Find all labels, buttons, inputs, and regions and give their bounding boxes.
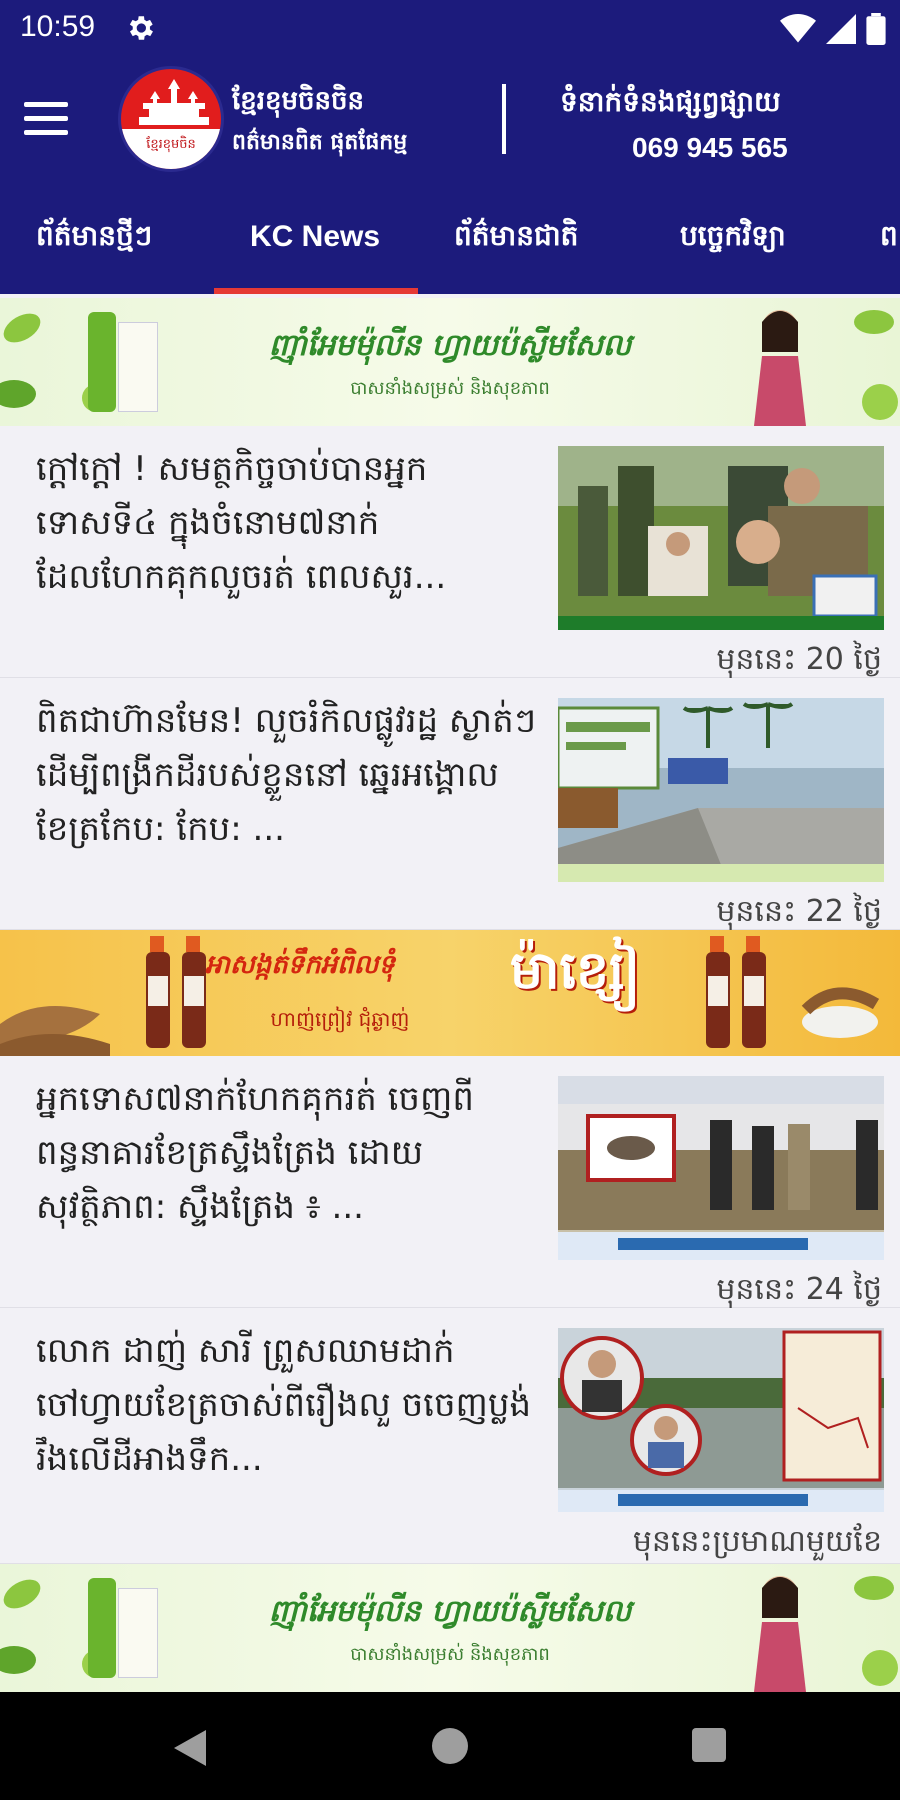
article-item[interactable]: ក្តៅក្តៅ ! សមត្ថកិច្ចចាប់បានអ្នកទោសទី៤ ក… bbox=[0, 426, 900, 678]
ad-banner-green[interactable]: ញ៉ាំអែមម៉ុលីន ហ្វាយប៉ស្លីមសែល បាសនាំងសម្… bbox=[0, 1564, 900, 1692]
tab-technology[interactable]: បច្ចេកវិទ្យា bbox=[680, 218, 786, 259]
active-tab-indicator bbox=[214, 288, 418, 294]
wifi-icon bbox=[780, 14, 816, 43]
article-item[interactable]: ពិតជាហ៊ានមែន! លួចរំកិលផ្លូវរដ្ឋ ស្ងាត់ៗដ… bbox=[0, 678, 900, 930]
ad-banner-green[interactable]: ញ៉ាំអែមម៉ុលីន ហ្វាយប៉ស្លីមសែល បាសនាំងសម្… bbox=[0, 298, 900, 426]
brand-logo[interactable]: ខ្មែរខុមចិន bbox=[118, 66, 224, 172]
logo-caption: ខ្មែរខុមចិន bbox=[121, 129, 221, 169]
signal-icon bbox=[826, 14, 856, 44]
header-divider bbox=[502, 84, 506, 154]
article-title[interactable]: លោក ដាញ់ សារី ព្រួសឈាមដាក់ ចៅហ្វាយខែត្រច… bbox=[36, 1324, 546, 1486]
system-nav-bar bbox=[0, 1692, 900, 1800]
back-icon[interactable] bbox=[172, 1728, 208, 1768]
gear-icon bbox=[129, 16, 153, 40]
home-icon[interactable] bbox=[432, 1728, 468, 1764]
category-tabs: ព័ត៌មានថ្មីៗ KC News ព័ត៌មានជាតិ បច្ចេកវ… bbox=[0, 194, 900, 294]
article-title[interactable]: អ្នកទោស៧នាក់ហែកគុករត់ ចេញពីពន្ធនាគារខែត្… bbox=[36, 1072, 546, 1234]
app-header: ខ្មែរខុមចិន ខ្មែរខុមចិនចិន ពត៌មានពិត ផុត… bbox=[0, 58, 900, 194]
tab-more[interactable]: ព bbox=[880, 218, 898, 259]
article-thumbnail[interactable] bbox=[558, 1076, 884, 1260]
tab-latest-news[interactable]: ព័ត៌មានថ្មីៗ bbox=[36, 218, 152, 259]
model-figure bbox=[754, 1576, 806, 1692]
menu-icon[interactable] bbox=[24, 102, 68, 142]
temple-icon bbox=[139, 79, 209, 125]
leaf-decoration-icon bbox=[854, 1576, 898, 1686]
model-figure bbox=[754, 310, 806, 426]
contact-label: ទំនាក់ទំនងផ្សព្វផ្សាយ bbox=[560, 85, 781, 118]
article-title[interactable]: ក្តៅក្តៅ ! សមត្ថកិច្ចចាប់បានអ្នកទោសទី៤ ក… bbox=[36, 442, 546, 604]
ad-product-name: ម៉ាខ្សៀ bbox=[510, 941, 640, 1001]
article-thumbnail[interactable] bbox=[558, 698, 884, 882]
leaf-decoration-icon bbox=[854, 310, 898, 420]
tamarind-bowl-icon bbox=[801, 987, 880, 1038]
drink-bottle-icon bbox=[706, 936, 766, 1048]
article-item[interactable]: លោក ដាញ់ សារី ព្រួសឈាមដាក់ ចៅហ្វាយខែត្រច… bbox=[0, 1308, 900, 1564]
battery-icon bbox=[866, 13, 886, 45]
article-item[interactable]: អ្នកទោស៧នាក់ហែកគុករត់ ចេញពីពន្ធនាគារខែត្… bbox=[0, 1056, 900, 1308]
brand-name: ខ្មែរខុមចិនចិន bbox=[232, 86, 365, 116]
status-time: 10:59 bbox=[20, 10, 96, 43]
article-thumbnail[interactable] bbox=[558, 1328, 884, 1512]
article-title[interactable]: ពិតជាហ៊ានមែន! លួចរំកិលផ្លូវរដ្ឋ ស្ងាត់ៗដ… bbox=[36, 694, 546, 856]
status-bar: 10:59 bbox=[0, 0, 900, 58]
article-thumbnail[interactable] bbox=[558, 446, 884, 630]
tab-national-news[interactable]: ព័ត៌មានជាតិ bbox=[454, 218, 578, 259]
brand-tagline: ពត៌មានពិត ផុតផែកម្ម bbox=[232, 130, 408, 155]
ad-subtitle: ហាញ់ព្រៀវ ជុំឆ្ងាញ់ bbox=[270, 1007, 410, 1031]
status-icons bbox=[780, 12, 886, 46]
ad-banner-orange[interactable]: អាសង្កត់ទឹកអំពិលទុំ ម៉ាខ្សៀ ហាញ់ព្រៀវ ជុ… bbox=[0, 930, 900, 1056]
recent-apps-icon[interactable] bbox=[692, 1728, 726, 1762]
article-time: មុននេះប្រមាណមួយខែ bbox=[632, 1524, 882, 1559]
contact-phone[interactable]: 069 945 565 bbox=[632, 132, 788, 164]
tab-kc-news[interactable]: KC News bbox=[250, 220, 380, 254]
